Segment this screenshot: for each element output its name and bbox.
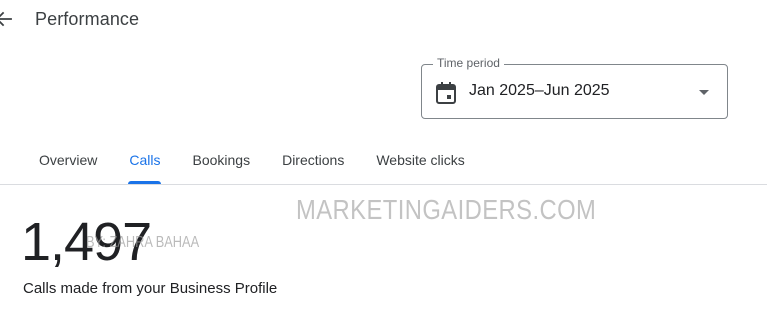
page-title: Performance xyxy=(35,9,140,29)
performance-page: Performance Time period Jan 2025–Jun 202… xyxy=(0,0,767,318)
calendar-icon xyxy=(436,82,456,104)
time-period-select[interactable]: Time period Jan 2025–Jun 2025 xyxy=(421,56,728,119)
tab-overview[interactable]: Overview xyxy=(23,140,113,184)
tab-directions[interactable]: Directions xyxy=(266,140,360,184)
tab-bookings[interactable]: Bookings xyxy=(176,140,266,184)
tab-label: Calls xyxy=(129,152,161,168)
time-period-label: Time period xyxy=(433,56,504,70)
watermark-author: BY: ZAHRA BAHAA xyxy=(86,234,200,251)
time-period-value: Jan 2025–Jun 2025 xyxy=(469,82,610,99)
tab-label: Bookings xyxy=(192,152,251,168)
tabs-divider xyxy=(0,184,767,185)
arrow-drop-down-icon xyxy=(699,90,709,95)
tab-label: Website clicks xyxy=(376,152,465,168)
tab-label: Directions xyxy=(282,152,345,168)
calls-description: Calls made from your Business Profile xyxy=(23,280,278,297)
watermark: MARKETINGAIDERS.COM xyxy=(296,194,597,225)
tab-label: Overview xyxy=(39,152,98,168)
tab-calls[interactable]: Calls xyxy=(113,140,176,184)
arrow-back-icon[interactable] xyxy=(0,10,12,28)
tab-website-clicks[interactable]: Website clicks xyxy=(360,140,480,184)
metric-tabs: Overview Calls Bookings Directions Websi… xyxy=(23,140,481,184)
